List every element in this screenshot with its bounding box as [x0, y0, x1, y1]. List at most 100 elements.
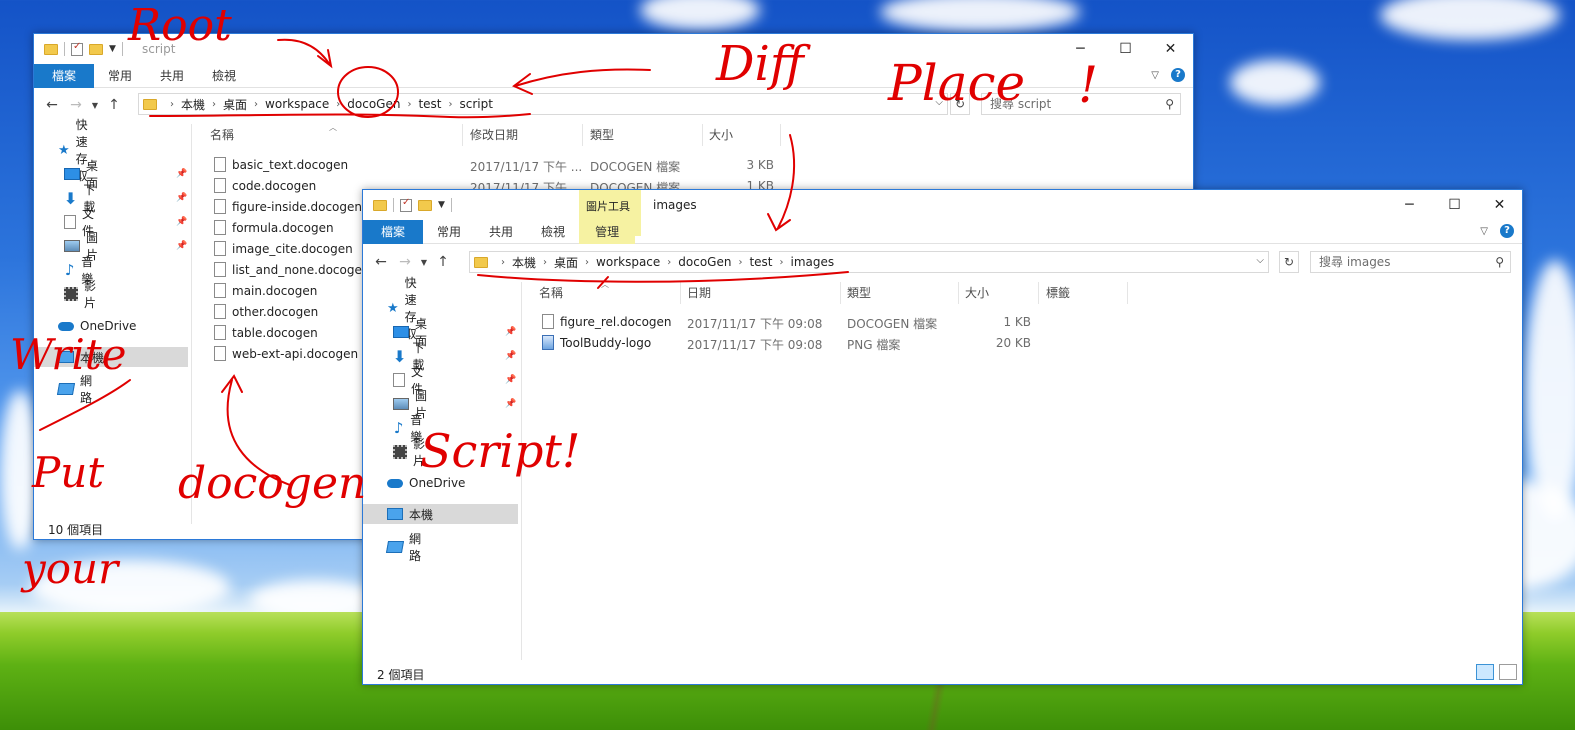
properties-icon[interactable] [400, 197, 412, 212]
tab-file[interactable]: 檔案 [363, 220, 424, 244]
nav-network[interactable]: 網路 [56, 374, 92, 405]
file-row[interactable]: list_and_none.docogen [214, 259, 369, 280]
column-separator[interactable] [780, 124, 781, 146]
forward-arrow-icon[interactable]: → [393, 254, 417, 270]
breadcrumb-desktop[interactable]: 桌面 [223, 96, 247, 113]
customize-toolbar-icon[interactable]: ▼ [438, 200, 445, 210]
back-arrow-icon[interactable]: ← [369, 254, 393, 270]
nav-this-pc[interactable]: 本機 [363, 504, 518, 524]
nav-network[interactable]: 網路 [385, 532, 421, 563]
help-icon[interactable]: ? [1500, 224, 1514, 238]
new-folder-icon[interactable] [89, 43, 103, 55]
tab-share[interactable]: 共用 [475, 220, 527, 244]
pin-icon: 📌 [505, 351, 517, 361]
file-row[interactable]: code.docogen [214, 175, 316, 196]
column-separator[interactable] [1127, 282, 1128, 304]
column-separator[interactable] [702, 124, 703, 146]
close-icon: ✕ [1493, 197, 1506, 213]
annotation-your: your [22, 544, 119, 593]
back-arrow-icon[interactable]: ← [40, 97, 64, 113]
pin-icon: 📌 [505, 327, 517, 337]
column-header-date[interactable]: 日期 [687, 282, 711, 304]
file-name: image_cite.docogen [232, 241, 353, 256]
address-bar[interactable]: › 本機 › 桌面 › workspace › docoGen › test ›… [469, 251, 1269, 273]
maximize-icon: ☐ [1119, 41, 1132, 57]
breadcrumb-workspace[interactable]: workspace [265, 97, 329, 111]
search-input[interactable]: 搜尋 images ⚲ [1310, 251, 1511, 273]
column-separator[interactable] [958, 282, 959, 304]
new-folder-icon[interactable] [418, 199, 432, 211]
address-bar[interactable]: › 本機 › 桌面 › workspace › docoGen › test ›… [138, 93, 948, 115]
column-separator[interactable] [840, 282, 841, 304]
expand-ribbon-icon[interactable]: ▽ [1151, 70, 1159, 81]
annotation-docogen: docogen [178, 458, 367, 509]
file-row[interactable]: figure_rel.docogen [542, 311, 672, 332]
large-icons-view-button[interactable] [1499, 664, 1517, 680]
column-header-name[interactable]: 名稱 [210, 124, 234, 146]
breadcrumb-this-pc[interactable]: 本機 [181, 96, 205, 113]
expand-ribbon-icon[interactable]: ▽ [1480, 226, 1488, 237]
customize-toolbar-icon[interactable]: ▼ [109, 44, 116, 54]
column-header-tags[interactable]: 標籤 [1046, 282, 1070, 304]
help-icon[interactable]: ? [1171, 68, 1185, 82]
file-row[interactable]: figure-inside.docogen [214, 196, 362, 217]
file-row[interactable]: table.docogen [214, 322, 318, 343]
breadcrumb-desktop[interactable]: 桌面 [554, 254, 578, 271]
close-button[interactable]: ✕ [1477, 190, 1522, 220]
up-arrow-icon[interactable]: ↑ [431, 254, 455, 270]
file-size: 1 KB [1003, 315, 1031, 329]
breadcrumb-docogen[interactable]: docoGen [678, 255, 731, 269]
forward-arrow-icon[interactable]: → [64, 97, 88, 113]
tab-view[interactable]: 檢視 [527, 220, 579, 244]
maximize-button[interactable]: ☐ [1432, 190, 1477, 220]
file-name: basic_text.docogen [232, 157, 349, 172]
file-row[interactable]: formula.docogen [214, 217, 334, 238]
address-dropdown-icon[interactable]: ⌵ [1256, 255, 1264, 266]
file-row[interactable]: image_cite.docogen [214, 238, 353, 259]
maximize-button[interactable]: ☐ [1103, 34, 1148, 64]
breadcrumb-test[interactable]: test [418, 97, 441, 111]
column-separator[interactable] [1038, 282, 1039, 304]
recent-locations-icon[interactable]: ▼ [417, 258, 431, 267]
annotation-diff: Diff [716, 36, 804, 92]
close-button[interactable]: ✕ [1148, 34, 1193, 64]
file-row[interactable]: main.docogen [214, 280, 317, 301]
up-arrow-icon[interactable]: ↑ [102, 97, 126, 113]
column-header-size[interactable]: 大小 [965, 282, 989, 304]
breadcrumb-test[interactable]: test [749, 255, 772, 269]
breadcrumb-script[interactable]: script [460, 97, 493, 111]
refresh-icon: ↻ [1283, 255, 1295, 269]
column-header-type[interactable]: 類型 [590, 124, 614, 146]
column-header-type[interactable]: 類型 [847, 282, 871, 304]
breadcrumb-workspace[interactable]: workspace [596, 255, 660, 269]
breadcrumb-images[interactable]: images [791, 255, 835, 269]
computer-icon [387, 508, 403, 520]
details-view-button[interactable] [1476, 664, 1494, 680]
column-header-size[interactable]: 大小 [709, 124, 733, 146]
breadcrumb-docogen[interactable]: docoGen [347, 97, 400, 111]
tab-home[interactable]: 常用 [94, 64, 146, 88]
column-header-name[interactable]: 名稱 [539, 282, 563, 304]
recent-locations-icon[interactable]: ▼ [88, 101, 102, 110]
tab-home[interactable]: 常用 [423, 220, 475, 244]
file-row[interactable]: basic_text.docogen [214, 154, 348, 175]
tab-view[interactable]: 檢視 [198, 64, 250, 88]
refresh-button[interactable]: ↻ [1279, 251, 1299, 273]
nav-item-videos[interactable]: 影片 [64, 279, 98, 310]
annotation-put: Put [32, 448, 105, 497]
breadcrumb-this-pc[interactable]: 本機 [512, 254, 536, 271]
properties-icon[interactable] [71, 41, 83, 56]
minimize-button[interactable]: ─ [1387, 190, 1432, 220]
tab-manage[interactable]: 管理 [579, 220, 636, 244]
nav-label: 影片 [84, 279, 97, 310]
column-separator[interactable] [582, 124, 583, 146]
file-row[interactable]: other.docogen [214, 301, 318, 322]
column-separator[interactable] [462, 124, 463, 146]
column-separator[interactable] [680, 282, 681, 304]
desktop-icon [64, 168, 80, 180]
file-row[interactable]: ToolBuddy-logo [542, 332, 651, 353]
tab-file[interactable]: 檔案 [34, 64, 95, 88]
tab-share[interactable]: 共用 [146, 64, 198, 88]
column-header-date[interactable]: 修改日期 [470, 124, 518, 146]
file-row[interactable]: web-ext-api.docogen [214, 343, 358, 364]
